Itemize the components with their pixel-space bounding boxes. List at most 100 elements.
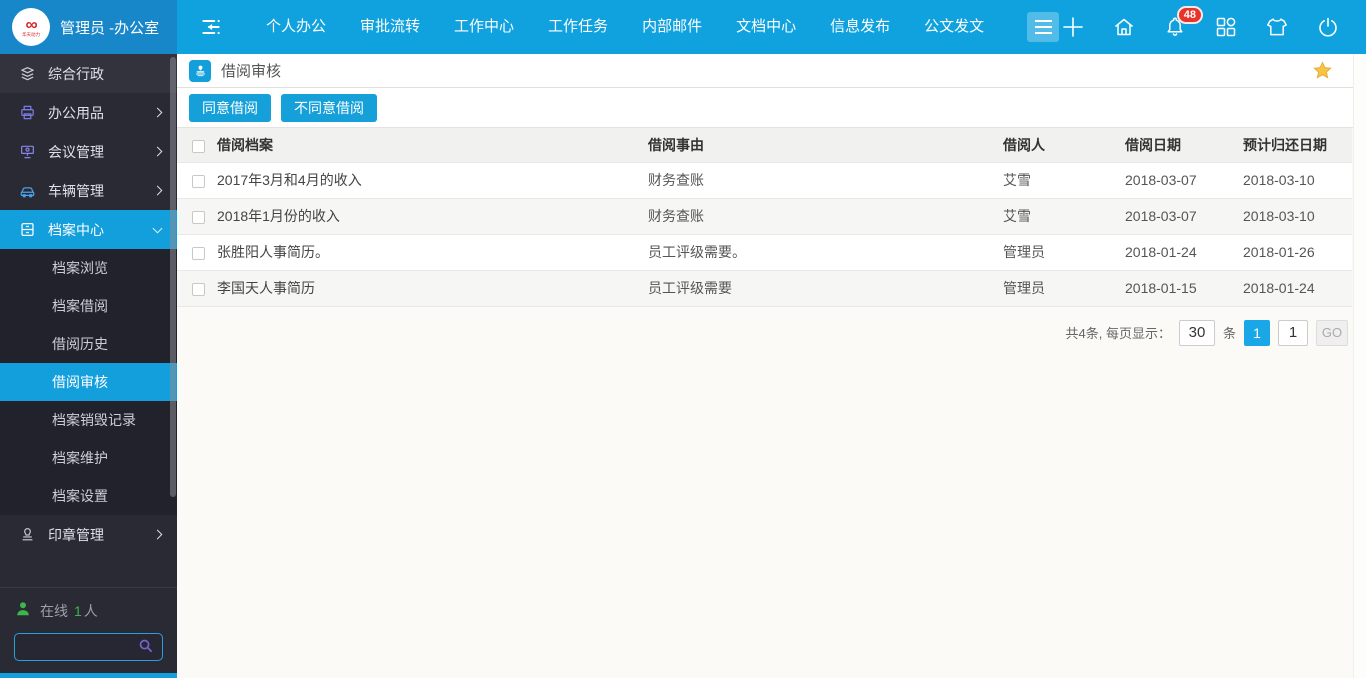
home-icon[interactable] xyxy=(1112,15,1136,39)
online-label: 在线 xyxy=(40,602,68,619)
main-content: 借阅审核 同意借阅 不同意借阅 借阅档案 借阅事由 借阅人 借阅日期 预计归还日… xyxy=(177,54,1366,678)
more-menu-icon[interactable] xyxy=(1027,12,1060,42)
page-number-button[interactable]: 1 xyxy=(1244,319,1270,346)
table-row[interactable]: 张胜阳人事简历。 员工评级需要。 管理员 2018-01-24 2018-01-… xyxy=(177,234,1352,270)
sidebar-subitem-archive-destroy-records[interactable]: 档案销毁记录 xyxy=(0,401,177,439)
sidebar-subitem-borrow-review[interactable]: 借阅审核 xyxy=(0,363,177,401)
favorite-star-icon[interactable] xyxy=(1313,61,1332,83)
archive-center-submenu: 档案浏览 档案借阅 借阅历史 借阅审核 档案销毁记录 档案维护 档案设置 xyxy=(0,249,177,515)
cell-document: 张胜阳人事简历。 xyxy=(217,244,329,260)
printer-icon xyxy=(18,104,36,121)
page-title-stamp-icon xyxy=(189,59,211,82)
cell-reason: 员工评级需要。 xyxy=(648,244,746,260)
sidebar-item-office-supplies[interactable]: 办公用品 xyxy=(0,93,177,132)
page-size-input[interactable] xyxy=(1178,319,1215,346)
nav-item-work-tasks[interactable]: 工作任务 xyxy=(531,0,625,54)
topbar-action-icons: 48 xyxy=(1061,6,1366,39)
sidebar-item-seal-management[interactable]: 印章管理 xyxy=(0,515,177,554)
nav-item-internal-mail[interactable]: 内部邮件 xyxy=(625,0,719,54)
online-person-icon xyxy=(14,600,32,621)
company-logo[interactable]: ∞ 华天动力 xyxy=(12,8,50,46)
stamp-icon xyxy=(18,526,36,543)
cell-borrow-date: 2018-01-15 xyxy=(1125,280,1197,296)
notifications-bell-icon[interactable]: 48 xyxy=(1163,6,1203,39)
row-checkbox[interactable] xyxy=(192,174,205,188)
online-users-row: 在线 1 人 xyxy=(0,588,177,629)
table-row[interactable]: 李国天人事简历 员工评级需要 管理员 2018-01-15 2018-01-24 xyxy=(177,270,1352,306)
table-row[interactable]: 2017年3月和4月的收入 财务查账 艾雪 2018-03-07 2018-03… xyxy=(177,162,1352,198)
nav-item-info-publish[interactable]: 信息发布 xyxy=(813,0,907,54)
add-icon[interactable] xyxy=(1061,15,1085,39)
sidebar-item-general-admin[interactable]: 综合行政 xyxy=(0,54,177,93)
sidebar-subitem-archive-browse[interactable]: 档案浏览 xyxy=(0,249,177,287)
online-suffix: 人 xyxy=(83,602,98,619)
sidebar: 综合行政 办公用品 会议管理 车辆管理 档案中心 档案浏览 档案借阅 借阅历史 … xyxy=(0,54,177,678)
col-header-reason: 借阅事由 xyxy=(648,136,704,153)
row-checkbox[interactable] xyxy=(192,210,205,224)
sidebar-subitem-borrow-history[interactable]: 借阅历史 xyxy=(0,325,177,363)
table-row[interactable]: 2018年1月份的收入 财务查账 艾雪 2018-03-07 2018-03-1… xyxy=(177,198,1352,234)
theme-shirt-icon[interactable] xyxy=(1265,15,1289,39)
sidebar-subitem-archive-maintenance[interactable]: 档案维护 xyxy=(0,439,177,477)
cell-borrow-date: 2018-03-07 xyxy=(1125,208,1197,224)
nav-item-work-center[interactable]: 工作中心 xyxy=(437,0,531,54)
go-button[interactable]: GO xyxy=(1316,319,1348,346)
projector-screen-icon xyxy=(18,143,36,160)
row-checkbox[interactable] xyxy=(192,282,205,296)
cell-reason: 财务查账 xyxy=(648,172,704,188)
cell-borrower: 管理员 xyxy=(1003,244,1045,260)
nav-item-document-center[interactable]: 文档中心 xyxy=(719,0,813,54)
cell-borrower: 艾雪 xyxy=(1003,172,1031,188)
cell-document: 2018年1月份的收入 xyxy=(217,208,340,224)
sidebar-item-meeting-management[interactable]: 会议管理 xyxy=(0,132,177,171)
borrow-review-table: 借阅档案 借阅事由 借阅人 借阅日期 预计归还日期 2017年3月和4月的收入 … xyxy=(177,128,1352,307)
sidebar-bottom-strip xyxy=(0,673,177,678)
sidebar-item-vehicle-management[interactable]: 车辆管理 xyxy=(0,171,177,210)
cell-document: 李国天人事简历 xyxy=(217,280,315,296)
row-checkbox[interactable] xyxy=(192,246,205,260)
cell-document: 2017年3月和4月的收入 xyxy=(217,172,362,188)
nav-item-approval-flow[interactable]: 审批流转 xyxy=(343,0,437,54)
search-icon[interactable] xyxy=(137,637,154,657)
pagination-unit: 条 xyxy=(1222,326,1236,341)
sidebar-collapse-icon[interactable] xyxy=(199,16,223,38)
cell-borrower: 管理员 xyxy=(1003,280,1045,296)
cell-return-date: 2018-01-24 xyxy=(1243,280,1315,296)
sidebar-search-input[interactable] xyxy=(23,639,137,655)
sidebar-subitem-archive-settings[interactable]: 档案设置 xyxy=(0,477,177,515)
chevron-down-icon xyxy=(152,223,163,233)
topbar: ∞ 华天动力 管理员 -办公室 个人办公 审批流转 工作中心 工作任务 内部邮件… xyxy=(0,0,1366,54)
cell-borrow-date: 2018-01-24 xyxy=(1125,244,1197,260)
action-toolbar: 同意借阅 不同意借阅 xyxy=(177,88,1366,128)
sidebar-item-label: 车辆管理 xyxy=(48,182,104,199)
pagination-bar: 共4条, 每页显示： 条 1 GO xyxy=(177,319,1366,346)
logo-symbol: ∞ xyxy=(25,15,37,34)
sidebar-subitem-archive-borrow[interactable]: 档案借阅 xyxy=(0,287,177,325)
cell-return-date: 2018-03-10 xyxy=(1243,208,1315,224)
cell-borrow-date: 2018-03-07 xyxy=(1125,172,1197,188)
sidebar-scrollbar[interactable] xyxy=(170,57,176,497)
sidebar-item-label: 会议管理 xyxy=(48,143,104,160)
vertical-scrollbar-track[interactable] xyxy=(1353,54,1366,678)
brand-area: ∞ 华天动力 管理员 -办公室 xyxy=(0,0,177,54)
reject-borrow-button[interactable]: 不同意借阅 xyxy=(281,93,377,122)
nav-item-official-docs[interactable]: 公文发文 xyxy=(907,0,1001,54)
chevron-right-icon xyxy=(152,185,163,196)
power-logout-icon[interactable] xyxy=(1316,15,1340,39)
nav-item-personal-office[interactable]: 个人办公 xyxy=(249,0,343,54)
sidebar-item-label: 档案中心 xyxy=(48,221,104,238)
chevron-right-icon xyxy=(152,529,163,540)
cell-reason: 员工评级需要 xyxy=(648,280,732,296)
archive-cabinet-icon xyxy=(18,221,36,238)
cell-return-date: 2018-03-10 xyxy=(1243,172,1315,188)
select-all-checkbox[interactable] xyxy=(192,139,205,153)
col-header-borrower: 借阅人 xyxy=(1003,136,1045,153)
sidebar-item-label: 办公用品 xyxy=(48,104,104,121)
sidebar-search-box xyxy=(14,633,163,661)
notification-count-badge: 48 xyxy=(1176,6,1203,24)
goto-page-input[interactable] xyxy=(1278,319,1308,346)
sidebar-item-archive-center[interactable]: 档案中心 xyxy=(0,210,177,249)
approve-borrow-button[interactable]: 同意借阅 xyxy=(189,93,271,122)
apps-grid-icon[interactable] xyxy=(1214,15,1238,39)
logo-caption: 华天动力 xyxy=(21,32,40,38)
